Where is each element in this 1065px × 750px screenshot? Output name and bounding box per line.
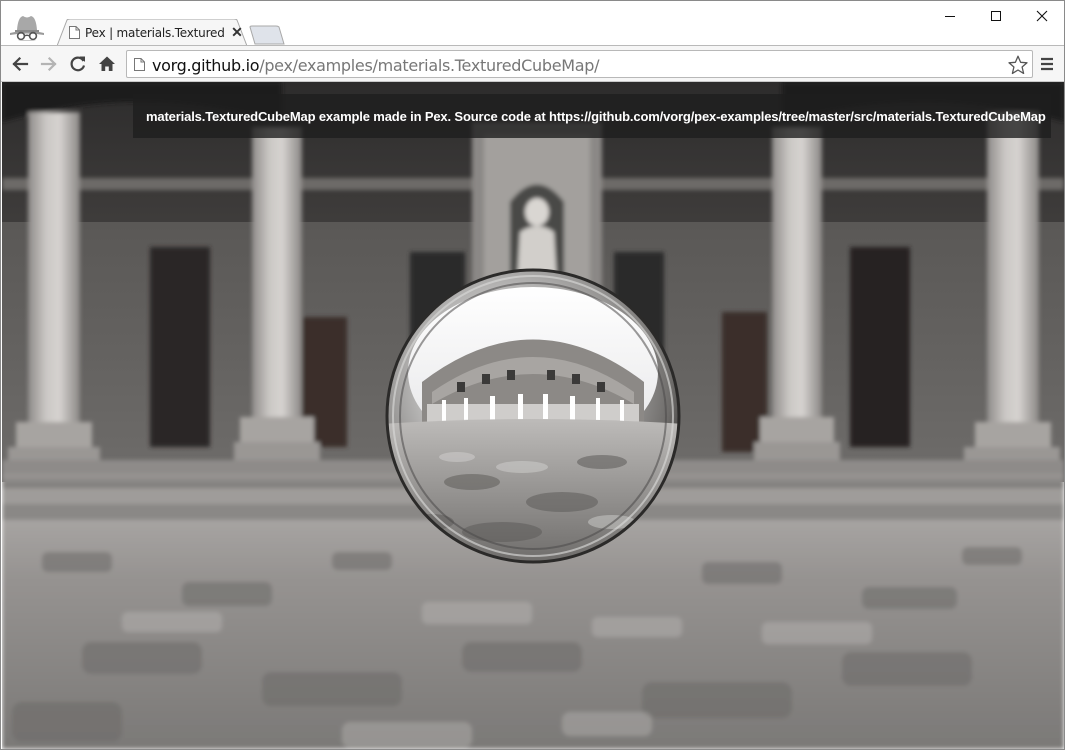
minimize-button[interactable] xyxy=(927,1,973,31)
reload-button[interactable] xyxy=(66,52,90,76)
browser-window: Pex | materials.TexturedCu ✕ vorg.github… xyxy=(0,0,1065,750)
address-url: vorg.github.io/pex/examples/materials.Te… xyxy=(152,56,600,75)
page-icon xyxy=(134,58,145,71)
maximize-button[interactable] xyxy=(973,1,1019,31)
info-text: materials.TexturedCubeMap example made i… xyxy=(146,109,549,124)
tab-title: Pex | materials.TexturedCu xyxy=(85,26,225,40)
close-icon xyxy=(1036,10,1048,22)
back-button[interactable] xyxy=(8,52,32,76)
url-host: vorg.github.io xyxy=(152,56,260,75)
maximize-icon xyxy=(991,11,1001,21)
home-icon xyxy=(99,56,115,71)
tab-strip: Pex | materials.TexturedCu ✕ xyxy=(1,1,1064,46)
incognito-icon xyxy=(7,11,47,42)
window-close-button[interactable] xyxy=(1019,1,1064,31)
forward-button[interactable] xyxy=(37,52,61,76)
url-path: /pex/examples/materials.TexturedCubeMap/ xyxy=(259,56,600,75)
hamburger-menu-icon xyxy=(1041,57,1053,71)
source-link[interactable]: https://github.com/vorg/pex-examples/tre… xyxy=(549,109,1046,124)
info-banner: materials.TexturedCubeMap example made i… xyxy=(133,94,1051,138)
webgl-canvas[interactable]: materials.TexturedCubeMap example made i… xyxy=(2,82,1064,749)
new-tab-button[interactable] xyxy=(249,25,285,45)
back-arrow-icon xyxy=(12,56,29,72)
menu-button[interactable] xyxy=(1037,54,1057,74)
minimize-icon xyxy=(945,16,955,17)
star-icon[interactable] xyxy=(1007,54,1029,76)
cubemap-scene xyxy=(2,82,1064,749)
forward-arrow-icon xyxy=(40,56,57,72)
browser-toolbar: vorg.github.io/pex/examples/materials.Te… xyxy=(1,45,1064,82)
tab-active[interactable]: Pex | materials.TexturedCu ✕ xyxy=(57,19,247,46)
home-button[interactable] xyxy=(95,52,119,76)
tab-close-button[interactable]: ✕ xyxy=(229,23,245,41)
page-icon xyxy=(69,26,80,39)
reload-icon xyxy=(70,56,86,72)
address-bar[interactable]: vorg.github.io/pex/examples/materials.Te… xyxy=(126,50,1033,78)
